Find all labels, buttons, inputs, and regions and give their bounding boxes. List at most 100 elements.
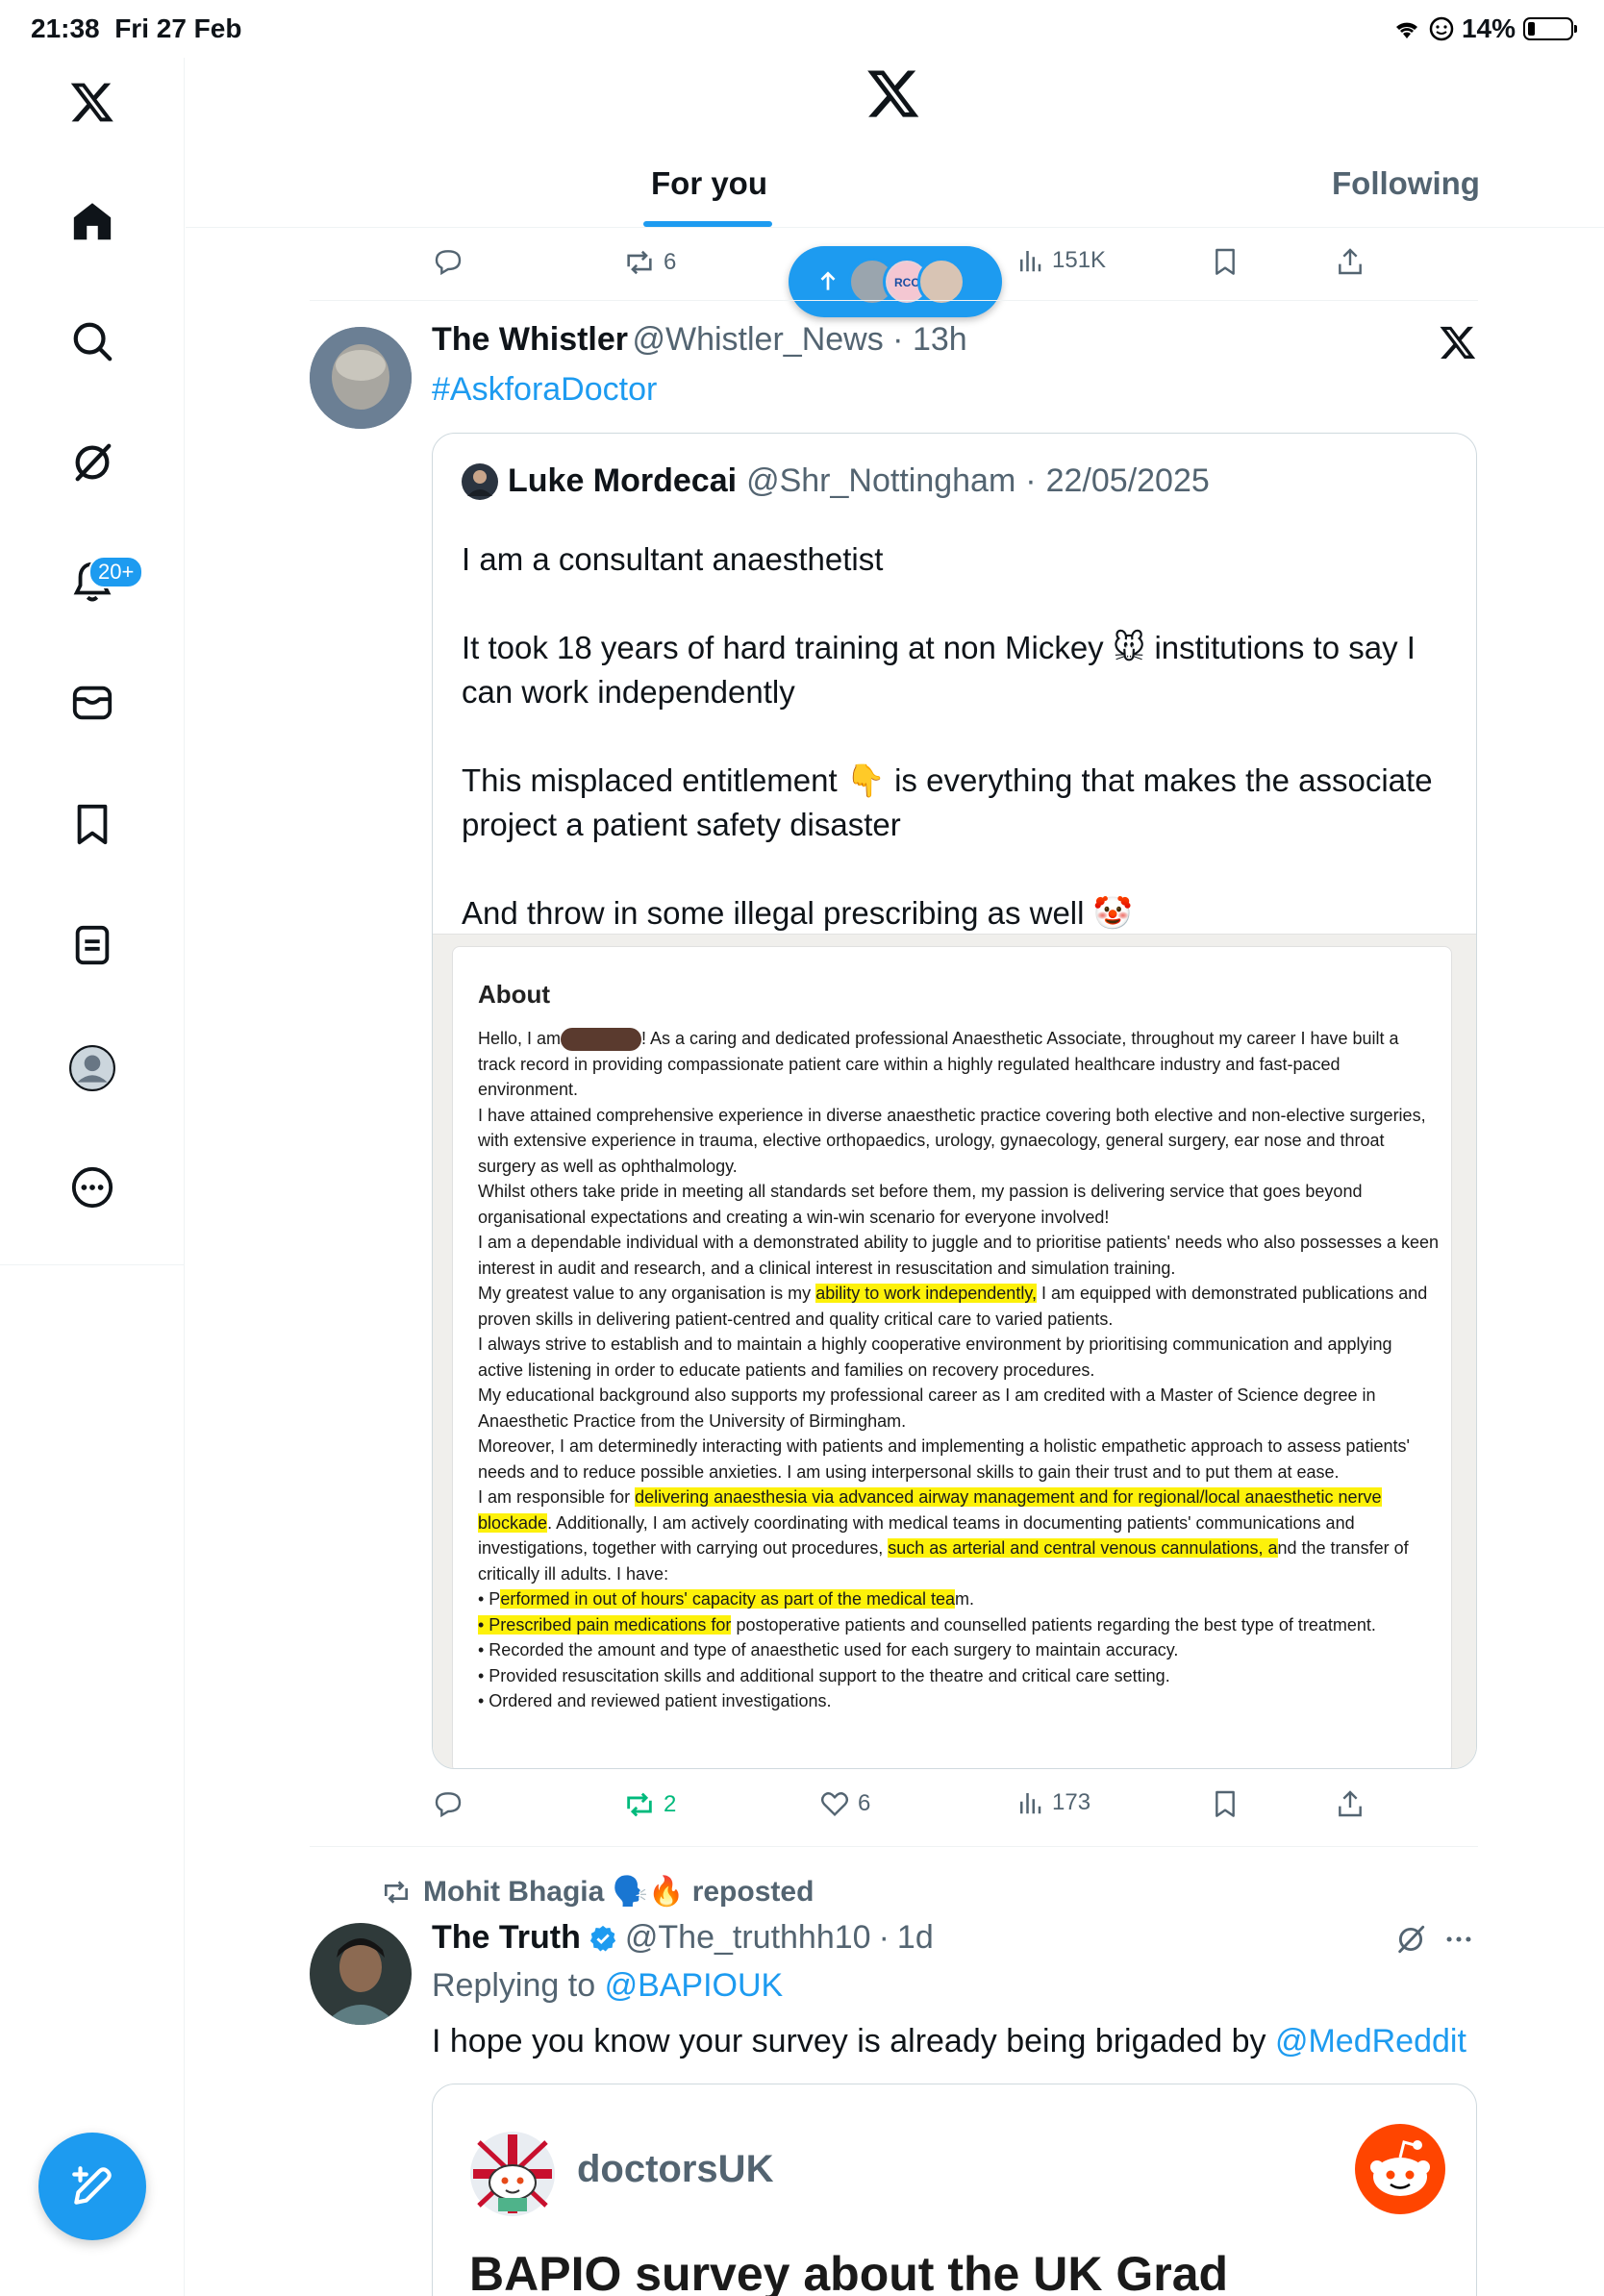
avatar[interactable] [310, 327, 412, 429]
bookmark-icon [77, 804, 108, 845]
quoted-post[interactable]: Luke Mordecai @Shr_Nottingham · 22/05/2025… [432, 433, 1477, 1769]
more-circle-icon [71, 1166, 113, 1209]
compose-button[interactable] [38, 2133, 146, 2240]
quote-line: And throw in some illegal prescribing as… [462, 895, 1133, 931]
avatar [462, 462, 498, 500]
reply-button[interactable] [433, 1788, 464, 1819]
reposted-by-text: Mohit Bhagia 🗣️🔥 reposted [423, 1876, 815, 1908]
reply-icon [435, 1792, 462, 1818]
retweet-button[interactable]: 6 [623, 246, 676, 279]
grok-icon [75, 443, 112, 482]
bookmark-icon [1216, 1790, 1235, 1817]
quote-text: I am a consultant anaesthetist It took 1… [462, 537, 1462, 936]
attached-image[interactable]: About Hello, I am! As a caring and dedic… [433, 934, 1476, 1768]
verified-badge-icon [589, 1925, 616, 1951]
notification-badge: 20+ [88, 556, 144, 588]
views-icon [1020, 251, 1041, 272]
compose-quill-icon [72, 2166, 112, 2205]
reddit-post-title: BAPIO survey about the UK Grad [469, 2247, 1229, 2296]
display-name[interactable]: The Truth [432, 1919, 581, 1957]
profile-avatar-icon [69, 1045, 115, 1091]
reply-icon [435, 250, 462, 276]
like-count: 6 [858, 1790, 871, 1816]
sidebar-item-messages[interactable] [0, 681, 185, 725]
tab-active-indicator [643, 221, 772, 227]
retweet-button[interactable]: 2 [623, 1788, 676, 1821]
sidebar-item-bookmarks[interactable] [0, 802, 185, 846]
sidebar: 20+ [0, 58, 185, 2296]
x-logo-icon [867, 70, 919, 117]
post-divider [310, 300, 1478, 301]
post-header: The Truth @The_truthhh10 · 1d [432, 1919, 934, 1957]
post-text: I hope you know your survey is already b… [432, 2023, 1466, 2059]
search-icon [73, 322, 113, 362]
quote-display-name: Luke Mordecai [508, 462, 738, 499]
like-button[interactable]: 6 [819, 1788, 870, 1819]
replying-to: Replying to @BAPIOUK [432, 1967, 784, 2004]
sidebar-item-grok[interactable] [0, 440, 185, 485]
wifi-icon [1395, 22, 1417, 38]
header-x-logo[interactable] [865, 65, 921, 126]
sidebar-divider [0, 1264, 185, 1265]
quote-line: It took 18 years of hard training at non… [462, 630, 1416, 710]
heart-icon [820, 1792, 849, 1817]
redaction-mark [561, 1028, 642, 1052]
tab-for-you[interactable]: For you [651, 165, 767, 202]
new-posts-pill[interactable]: RCC [789, 246, 1002, 317]
views-button[interactable]: 151K [1015, 246, 1106, 275]
sidebar-item-home[interactable] [0, 200, 185, 244]
retweet-count: 6 [664, 249, 677, 275]
retweet-icon [627, 1792, 652, 1817]
avatar[interactable] [310, 1923, 412, 2025]
retweet-icon [627, 250, 652, 275]
post-actions: 2 6 173 [433, 1788, 1394, 1827]
quote-line: I am a consultant anaesthetist [462, 541, 884, 577]
highlight: such as arterial and central venous cann… [888, 1538, 1278, 1558]
post-time[interactable]: 1d [897, 1919, 934, 1957]
replying-to-link[interactable]: @BAPIOUK [605, 1967, 784, 2004]
views-icon [1020, 1793, 1041, 1814]
post-time[interactable]: 13h [913, 321, 967, 358]
grok-icon [1398, 1925, 1425, 1954]
bookmark-button[interactable] [1210, 246, 1241, 277]
user-handle[interactable]: @The_truthhh10 [625, 1919, 871, 1957]
battery-icon [1523, 17, 1577, 40]
views-count: 151K [1052, 247, 1107, 273]
quoted-post[interactable]: doctorsUK BAPIO survey about the UK Grad [432, 2084, 1477, 2296]
mention-link[interactable]: @MedReddit [1275, 2023, 1466, 2059]
display-name[interactable]: The Whistler [432, 321, 628, 358]
subreddit-avatar [469, 2131, 556, 2222]
sidebar-item-profile[interactable] [0, 1044, 185, 1092]
highlight: erformed in out of hours' capacity as pa… [500, 1589, 955, 1609]
sidebar-item-explore[interactable] [0, 319, 185, 363]
more-options-button[interactable] [1442, 1923, 1475, 1960]
quote-header: Luke Mordecai @Shr_Nottingham · 22/05/2025 [462, 462, 1210, 500]
status-time: 21:38 Fri 27 Feb [31, 13, 242, 43]
quote-handle: @Shr_Nottingham [746, 462, 1016, 499]
share-button[interactable] [1335, 246, 1366, 277]
bookmark-icon [1216, 248, 1235, 275]
user-handle[interactable]: @Whistler_News [632, 321, 883, 358]
list-icon [75, 925, 110, 965]
bookmark-button[interactable] [1210, 1788, 1241, 1819]
share-button[interactable] [1335, 1788, 1366, 1819]
about-text: Hello, I am! As a caring and dedicated p… [478, 1028, 1440, 1710]
repost-indicator[interactable]: Mohit Bhagia 🗣️🔥 reposted [381, 1875, 814, 1909]
x-source-icon [1439, 323, 1477, 366]
views-button[interactable]: 173 [1015, 1788, 1090, 1817]
grok-button[interactable] [1394, 1923, 1427, 1960]
reply-button[interactable] [433, 246, 464, 277]
sidebar-item-more[interactable] [0, 1165, 185, 1210]
focus-icon [1429, 16, 1454, 41]
sidebar-logo[interactable] [0, 79, 185, 125]
tab-following[interactable]: Following [1332, 165, 1480, 202]
sidebar-item-lists[interactable] [0, 923, 185, 967]
home-icon [73, 203, 112, 240]
retweet-count: 2 [664, 1791, 677, 1817]
hashtag-link[interactable]: #AskforaDoctor [432, 371, 657, 409]
post-divider [310, 1846, 1478, 1847]
highlight: ability to work independently, [815, 1284, 1037, 1303]
mail-icon [72, 686, 113, 720]
x-logo-icon [70, 83, 113, 122]
quote-date: 22/05/2025 [1045, 462, 1210, 499]
